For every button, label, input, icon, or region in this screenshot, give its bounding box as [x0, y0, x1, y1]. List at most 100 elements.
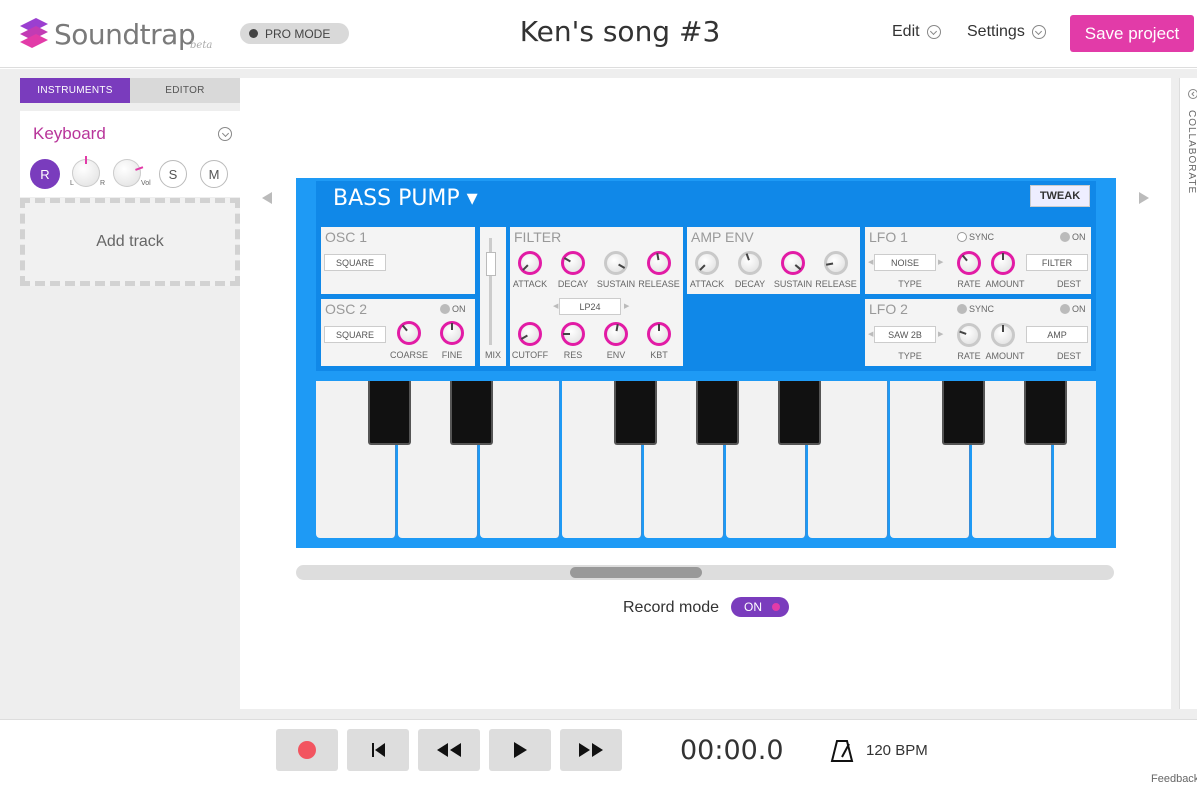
soundtrap-logo-icon[interactable] — [18, 18, 50, 50]
amp-sustain-knob[interactable] — [781, 251, 805, 275]
chevron-down-icon[interactable] — [218, 127, 232, 141]
scrollbar-thumb[interactable] — [570, 567, 702, 578]
fast-forward-button[interactable] — [560, 729, 622, 771]
black-key[interactable] — [696, 381, 739, 445]
next-instrument-arrow-icon[interactable] — [1139, 192, 1149, 204]
lfo2-dest-select[interactable]: AMP — [1026, 326, 1088, 343]
lfo1-rate-knob[interactable] — [957, 251, 981, 275]
filter-type-select[interactable]: LP24 — [559, 298, 621, 315]
lfo2-sync-toggle[interactable]: SYNC — [957, 304, 994, 314]
fine-knob[interactable] — [440, 321, 464, 345]
panel-tabs: INSTRUMENTS EDITOR — [20, 78, 240, 103]
mute-button[interactable]: M — [200, 160, 228, 188]
record-mode-toggle[interactable]: ON — [731, 597, 789, 617]
black-key[interactable] — [1024, 381, 1067, 445]
add-track-button[interactable]: Add track — [20, 198, 240, 286]
toggle-dot-icon — [440, 304, 450, 314]
feedback-link[interactable]: Feedback — [1151, 773, 1197, 785]
toggle-dot-icon — [957, 304, 967, 314]
chevron-left-icon[interactable] — [1188, 89, 1197, 99]
filter-attack-knob[interactable] — [518, 251, 542, 275]
mix-slider-thumb[interactable] — [486, 252, 496, 276]
collaborate-label[interactable]: COLLABORATE — [1186, 110, 1197, 194]
cutoff-knob[interactable] — [518, 322, 542, 346]
res-knob[interactable] — [561, 322, 585, 346]
pan-knob[interactable] — [72, 156, 100, 187]
edit-label: Edit — [892, 23, 920, 40]
filter-type-prev-icon[interactable]: ◀ — [553, 302, 558, 310]
record-arm-button[interactable]: R — [30, 159, 60, 189]
lfo1-sync-toggle[interactable]: SYNC — [957, 232, 994, 242]
lfo2-sync-label: SYNC — [969, 304, 995, 314]
lfo2-wave-prev-icon[interactable]: ◀ — [868, 330, 873, 338]
osc1-title: OSC 1 — [325, 229, 368, 245]
osc1-wave-select[interactable]: SQUARE — [324, 254, 386, 271]
knob-indicator — [1002, 325, 1004, 332]
filter-box: FILTER ATTACK DECAY SUSTAIN RELEASE ◀ LP… — [510, 227, 683, 366]
lfo2-amount-knob[interactable] — [991, 323, 1015, 347]
lfo1-amount-knob[interactable] — [991, 251, 1015, 275]
track-name[interactable]: Keyboard — [33, 124, 106, 144]
lfo1-wave-prev-icon[interactable]: ◀ — [868, 258, 873, 266]
coarse-knob[interactable] — [397, 321, 421, 345]
lfo1-sync-label: SYNC — [969, 232, 995, 242]
amp-attack-knob[interactable] — [695, 251, 719, 275]
filter-release-knob[interactable] — [647, 251, 671, 275]
lfo2-on-label: ON — [1072, 304, 1086, 314]
lfo1-wave-next-icon[interactable]: ▶ — [938, 258, 943, 266]
filter-decay-knob[interactable] — [561, 251, 585, 275]
tempo-display[interactable]: 120 BPM — [866, 742, 928, 759]
song-title[interactable]: Ken's song #3 — [450, 15, 790, 48]
play-button[interactable] — [489, 729, 551, 771]
preset-selector[interactable]: BASS PUMP ▾ — [333, 186, 478, 211]
skip-to-start-button[interactable] — [347, 729, 409, 771]
lfo2-wave-next-icon[interactable]: ▶ — [938, 330, 943, 338]
edit-menu[interactable]: Edit — [892, 23, 941, 41]
tweak-button[interactable]: TWEAK — [1030, 185, 1090, 207]
knob-indicator — [699, 264, 706, 271]
solo-button[interactable]: S — [159, 160, 187, 188]
record-button[interactable] — [276, 729, 338, 771]
knob-indicator — [520, 334, 528, 340]
rewind-button[interactable] — [418, 729, 480, 771]
lfo2-wave-select[interactable]: SAW 2B — [874, 326, 936, 343]
lfo1-dest-select[interactable]: FILTER — [1026, 254, 1088, 271]
black-key[interactable] — [942, 381, 985, 445]
filter-sustain-knob[interactable] — [604, 251, 628, 275]
knob-indicator — [1002, 253, 1004, 260]
previous-instrument-arrow-icon[interactable] — [262, 192, 272, 204]
logo-text[interactable]: Soundtrap — [54, 18, 196, 51]
osc2-wave-select[interactable]: SQUARE — [324, 326, 386, 343]
track-keyboard[interactable]: Keyboard R L R Vol S M — [20, 111, 240, 197]
filter-type-next-icon[interactable]: ▶ — [624, 302, 629, 310]
lfo2-rate-knob[interactable] — [957, 323, 981, 347]
kbt-knob[interactable] — [647, 322, 671, 346]
pan-left-label: L — [70, 180, 74, 187]
time-display: 00:00.0 — [680, 735, 784, 766]
pro-mode-dot-icon — [249, 29, 258, 38]
osc2-box: OSC 2 ON SQUARE COARSE FINE — [321, 299, 475, 366]
settings-menu[interactable]: Settings — [967, 23, 1046, 41]
lfo1-on-toggle[interactable]: ON — [1060, 232, 1086, 242]
metronome-icon[interactable] — [830, 739, 854, 763]
lfo2-on-toggle[interactable]: ON — [1060, 304, 1086, 314]
pro-mode-toggle[interactable]: PRO MODE — [240, 23, 349, 44]
tab-instruments[interactable]: INSTRUMENTS — [20, 78, 130, 103]
osc2-on-toggle[interactable]: ON — [440, 304, 466, 314]
filter-title: FILTER — [514, 229, 562, 245]
lfo1-on-label: ON — [1072, 232, 1086, 242]
black-key[interactable] — [614, 381, 657, 445]
black-key[interactable] — [368, 381, 411, 445]
amp-release-knob[interactable] — [824, 251, 848, 275]
amp-decay-knob[interactable] — [738, 251, 762, 275]
save-project-button[interactable]: Save project — [1070, 15, 1194, 52]
black-key[interactable] — [778, 381, 821, 445]
env-knob[interactable] — [604, 322, 628, 346]
tab-editor[interactable]: EDITOR — [130, 78, 240, 103]
record-icon — [298, 741, 316, 759]
filter-release-label: RELEASE — [638, 279, 680, 289]
black-key[interactable] — [450, 381, 493, 445]
lfo1-wave-select[interactable]: NOISE — [874, 254, 936, 271]
volume-knob[interactable] — [113, 159, 144, 187]
horizontal-scrollbar[interactable] — [296, 565, 1114, 580]
